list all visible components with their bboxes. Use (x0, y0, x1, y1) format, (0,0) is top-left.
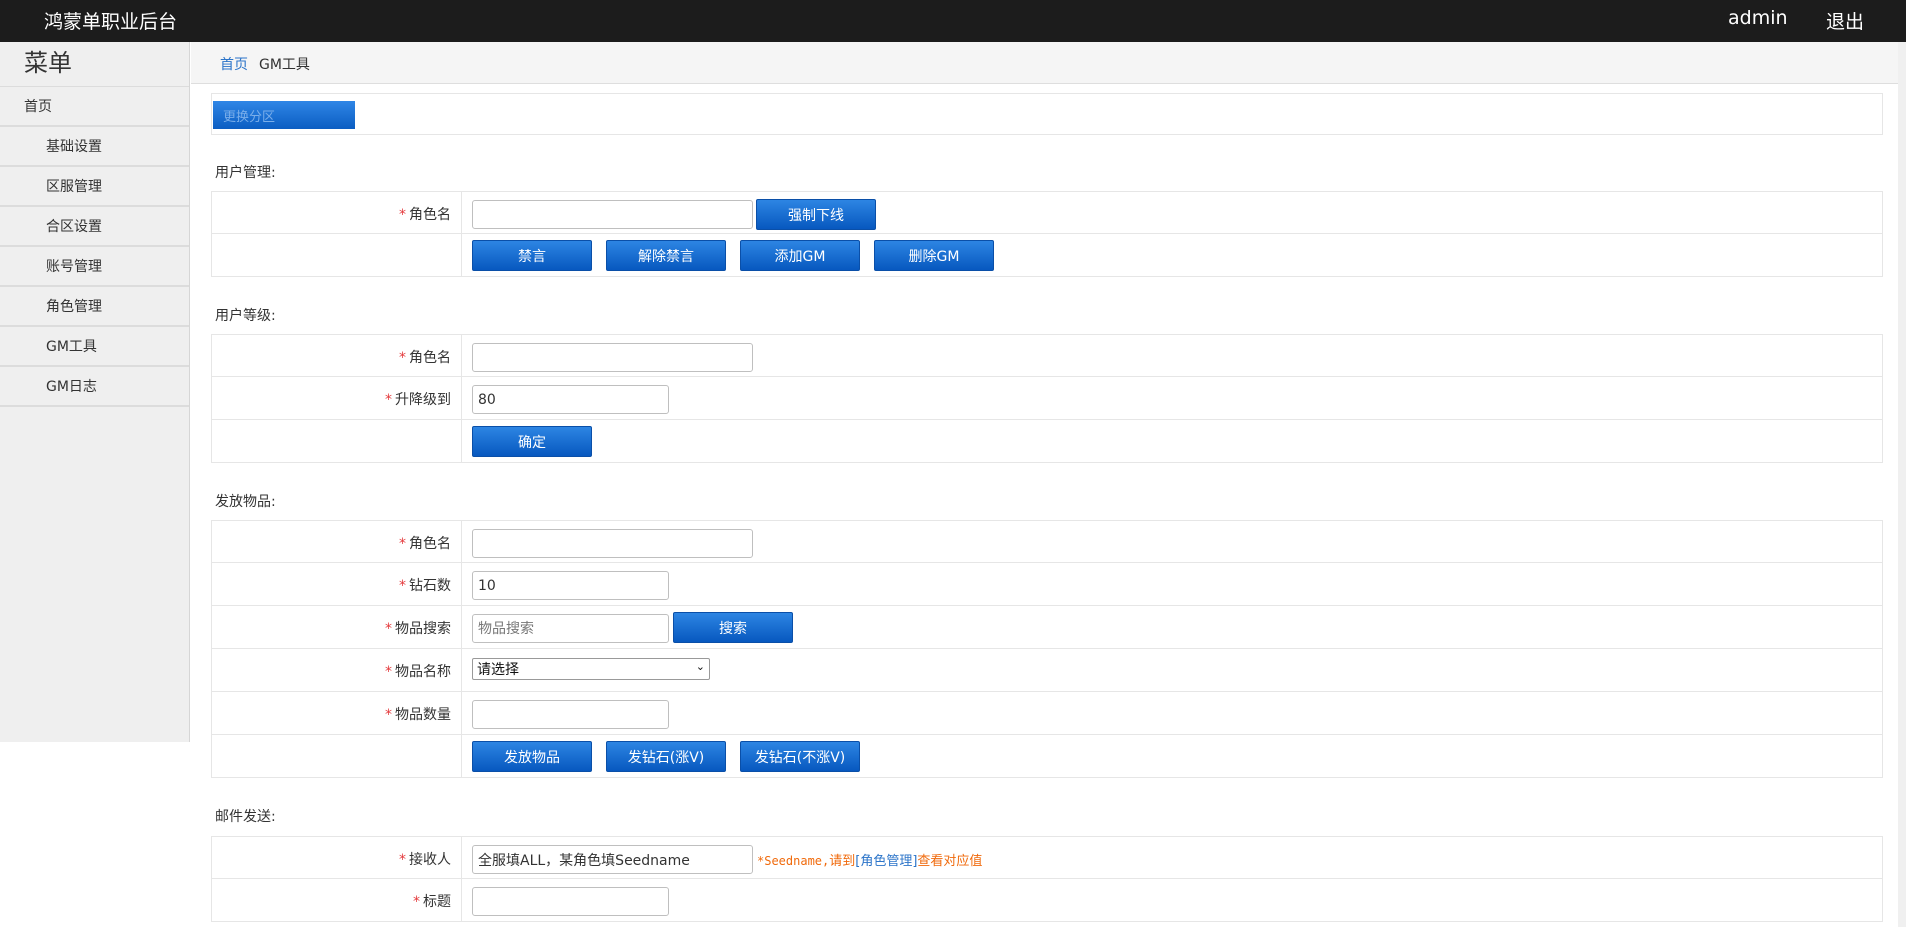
field-label: * 物品数量 (385, 707, 451, 723)
sidebar-item-server-management[interactable]: 区服管理 (0, 167, 189, 207)
unmute-button[interactable]: 解除禁言 (606, 240, 726, 271)
field-label: * 标题 (413, 894, 451, 910)
field-label: * 升降级到 (385, 392, 451, 408)
items-role-name-input[interactable] (472, 529, 753, 558)
form-row-subject: * 标题 (211, 879, 1883, 922)
sidebar-item-home[interactable]: 首页 (0, 87, 189, 127)
form-row-role-name: * 角色名 强制下线 (211, 191, 1883, 234)
form-row-recipient: *接收人 *Seedname,请到[角色管理]查看对应值 (211, 836, 1883, 879)
force-offline-button[interactable]: 强制下线 (756, 199, 876, 230)
recipient-input[interactable] (472, 845, 753, 874)
item-search-input[interactable] (472, 614, 669, 643)
remove-gm-button[interactable]: 删除GM (874, 240, 994, 271)
logout-link[interactable]: 退出 (1826, 7, 1864, 34)
sidebar-title: 菜单 (0, 42, 189, 87)
sidebar-item-merge-settings[interactable]: 合区设置 (0, 207, 189, 247)
diamond-count-input[interactable] (472, 571, 669, 600)
sidebar-item-account-management[interactable]: 账号管理 (0, 247, 189, 287)
level-role-name-input[interactable] (472, 343, 753, 372)
send-diamond-novip-button[interactable]: 发钻石(不涨V) (740, 741, 860, 772)
section-title-user-level: 用户等级: (215, 308, 276, 324)
mute-button[interactable]: 禁言 (472, 240, 592, 271)
breadcrumb: 首页 GM工具 (191, 42, 1906, 84)
field-label: * 钻石数 (399, 578, 451, 594)
chevron-down-icon: ⌄ (695, 660, 705, 673)
recipient-hint: *Seedname,请到[角色管理]查看对应值 (757, 854, 983, 869)
form-row-item-name: * 物品名称 请选择 ⌄ (211, 649, 1883, 692)
form-row-items-role-name: * 角色名 (211, 520, 1883, 563)
field-label: * 接收人 (399, 852, 451, 868)
zone-bar: 更换分区 (211, 93, 1883, 135)
app-title: 鸿蒙单职业后台 (44, 11, 178, 33)
form-row-level-actions: 确定 (211, 420, 1883, 463)
send-diamond-vip-button[interactable]: 发钻石(涨V) (606, 741, 726, 772)
sidebar-item-role-management[interactable]: 角色管理 (0, 287, 189, 327)
form-row-user-actions: 禁言 解除禁言 添加GM 删除GM (211, 234, 1883, 277)
role-management-link[interactable]: [角色管理] (855, 854, 917, 869)
field-label: * 角色名 (399, 536, 451, 552)
add-gm-button[interactable]: 添加GM (740, 240, 860, 271)
section-title-mail: 邮件发送: (215, 809, 276, 825)
field-label: * 物品名称 (385, 664, 451, 680)
form-row-target-level: * 升降级到 (211, 377, 1883, 420)
field-label: * 物品搜索 (385, 621, 451, 637)
confirm-level-button[interactable]: 确定 (472, 426, 592, 457)
form-row-item-search: *物品搜索 搜索 (211, 606, 1883, 649)
breadcrumb-current: GM工具 (259, 57, 310, 73)
role-name-input[interactable] (472, 200, 753, 229)
section-title-user-management: 用户管理: (215, 165, 276, 181)
change-zone-button[interactable]: 更换分区 (213, 101, 355, 129)
subject-input[interactable] (472, 887, 669, 916)
form-row-diamond-count: * 钻石数 (211, 563, 1883, 606)
field-label: * 角色名 (399, 207, 451, 223)
section-title-send-items: 发放物品: (215, 494, 276, 510)
sidebar-item-gm-tools[interactable]: GM工具 (0, 327, 189, 367)
item-search-button[interactable]: 搜索 (673, 612, 793, 643)
breadcrumb-home-link[interactable]: 首页 (220, 54, 248, 74)
form-row-level-role-name: * 角色名 (211, 334, 1883, 377)
send-items-button[interactable]: 发放物品 (472, 741, 592, 772)
sidebar: 菜单 首页 基础设置 区服管理 合区设置 账号管理 角色管理 GM工具 GM日志 (0, 42, 190, 742)
form-row-item-actions: 发放物品 发钻石(涨V) 发钻石(不涨V) (211, 735, 1883, 778)
item-name-select[interactable]: 请选择 ⌄ (472, 658, 710, 680)
target-level-input[interactable] (472, 385, 669, 414)
sidebar-item-basic-settings[interactable]: 基础设置 (0, 127, 189, 167)
sidebar-item-gm-log[interactable]: GM日志 (0, 367, 189, 407)
vertical-scrollbar[interactable] (1898, 42, 1906, 927)
current-user[interactable]: admin (1728, 7, 1788, 29)
top-bar: 鸿蒙单职业后台 admin 退出 (0, 0, 1906, 42)
field-label: * 角色名 (399, 350, 451, 366)
form-row-item-quantity: * 物品数量 (211, 692, 1883, 735)
item-quantity-input[interactable] (472, 700, 669, 729)
